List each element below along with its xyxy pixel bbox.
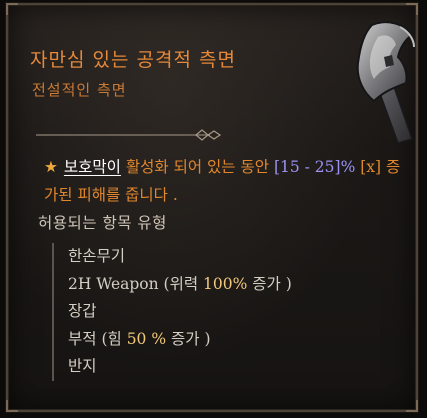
item-name: 자만심 있는 공격적 측면	[30, 49, 236, 71]
list-item: 반지	[68, 353, 382, 381]
affix-description: ★ 보호막이 활성화 되어 있는 동안 [15 - 25]% [x] 증가된 피해…	[44, 153, 414, 209]
legendary-star-icon: ★	[44, 158, 58, 176]
affix-text: 활성화 되어 있는 동안	[120, 158, 274, 176]
list-item: 부적 (힘 50 % 증가 )	[68, 326, 382, 354]
list-item-label: 장갑	[68, 302, 97, 320]
list-item-label: 부적 (힘	[68, 329, 127, 348]
item-type: 전설적인 측면	[32, 81, 127, 99]
list-item-label: 반지	[68, 357, 97, 375]
item-tooltip: 자만심 있는 공격적 측면 전설적인 측면 ★ 보호막이 활성화 되어 있는 동안…	[5, 2, 419, 413]
divider	[36, 129, 222, 141]
list-item-suffix: 증가 )	[247, 274, 292, 293]
list-item: 장갑	[68, 298, 382, 326]
list-item-value: 100%	[203, 274, 248, 293]
allowed-types-title: 허용되는 항목 유형	[38, 214, 167, 232]
list-item-suffix: 증가 )	[166, 329, 211, 348]
axe-icon	[356, 21, 415, 144]
list-item-label: 2H Weapon (위력	[68, 274, 204, 293]
list-item-label: 한손무기	[68, 247, 126, 265]
frame-corner	[6, 400, 18, 412]
list-item: 한손무기	[68, 243, 382, 271]
frame-corner	[6, 3, 18, 15]
keyword-barrier[interactable]: 보호막이	[64, 158, 121, 176]
allowed-types-list: 한손무기 2H Weapon (위력 100% 증가 ) 장갑 부적 (힘 50…	[52, 243, 382, 381]
list-item: 2H Weapon (위력 100% 증가 )	[68, 271, 382, 299]
frame-corner	[406, 3, 418, 15]
affix-range: [15 - 25]%	[273, 158, 356, 176]
list-item-value: 50 %	[126, 329, 167, 348]
frame-corner	[406, 400, 418, 412]
